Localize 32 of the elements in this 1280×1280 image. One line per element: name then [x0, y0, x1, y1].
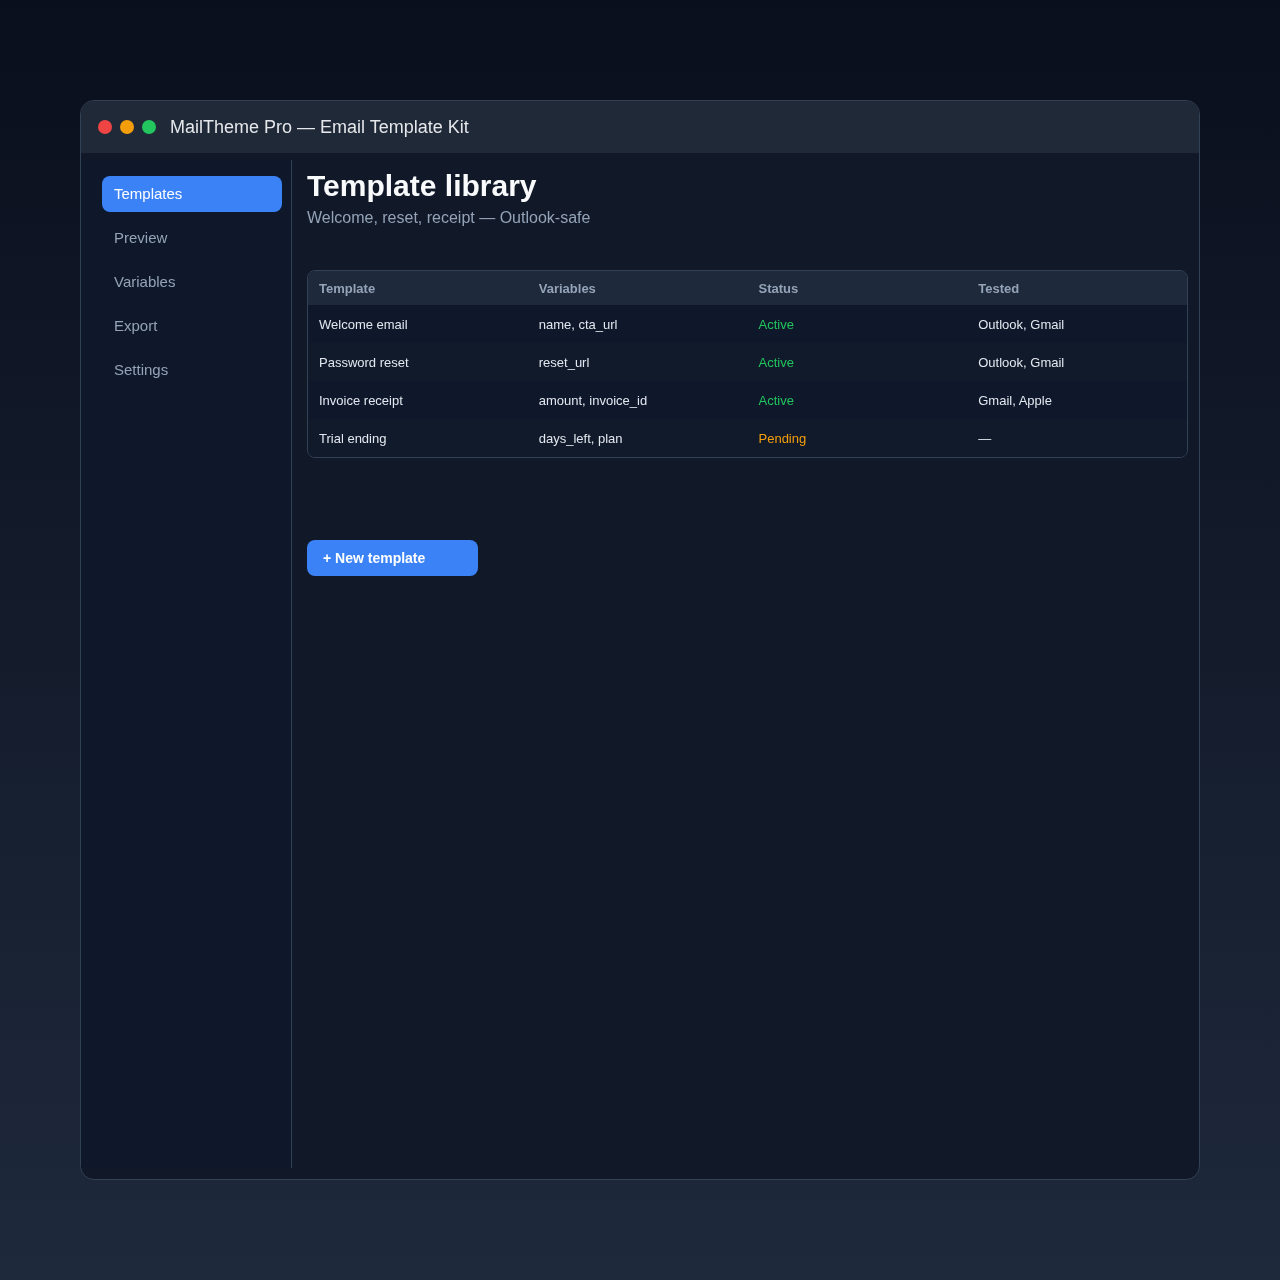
table-cell: — [978, 430, 992, 446]
table-cell: name, cta_url [538, 316, 618, 332]
sidebar-item[interactable]: Variables [102, 264, 282, 300]
page-subtitle: Welcome, reset, receipt — Outlook-safe [307, 208, 592, 228]
table-cell: Outlook, Gmail [978, 316, 1065, 332]
table-cell: Welcome email [319, 316, 408, 332]
status-text: Active [758, 354, 794, 370]
column-header: Status [758, 280, 799, 296]
column-header: Variables [538, 280, 596, 296]
table-cell: reset_url [538, 354, 590, 370]
column-header: Tested [978, 280, 1020, 296]
status-text: Active [758, 316, 794, 332]
table-cell: Invoice receipt [319, 392, 403, 408]
minimize-icon[interactable] [120, 120, 134, 134]
maximize-icon[interactable] [142, 120, 156, 134]
new-template-button[interactable]: + New template [307, 540, 478, 576]
window-title: MailTheme Pro — Email Template Kit [170, 116, 469, 138]
sidebar-item[interactable]: Settings [102, 352, 282, 388]
page-title: Template library [307, 168, 538, 204]
close-icon[interactable] [98, 120, 112, 134]
status-text: Pending [758, 430, 807, 446]
table-cell: days_left, plan [538, 430, 623, 446]
table-cell: amount, invoice_id [538, 392, 648, 408]
table-cell: Trial ending [319, 430, 387, 446]
sidebar-item[interactable]: Templates [102, 176, 282, 212]
table-cell: Password reset [319, 354, 409, 370]
sidebar-item[interactable]: Export [102, 308, 282, 344]
table-cell: Outlook, Gmail [978, 354, 1065, 370]
table-cell: Gmail, Apple [978, 392, 1052, 408]
status-text: Active [758, 392, 794, 408]
column-header: Template [319, 280, 376, 296]
sidebar-item[interactable]: Preview [102, 220, 282, 256]
